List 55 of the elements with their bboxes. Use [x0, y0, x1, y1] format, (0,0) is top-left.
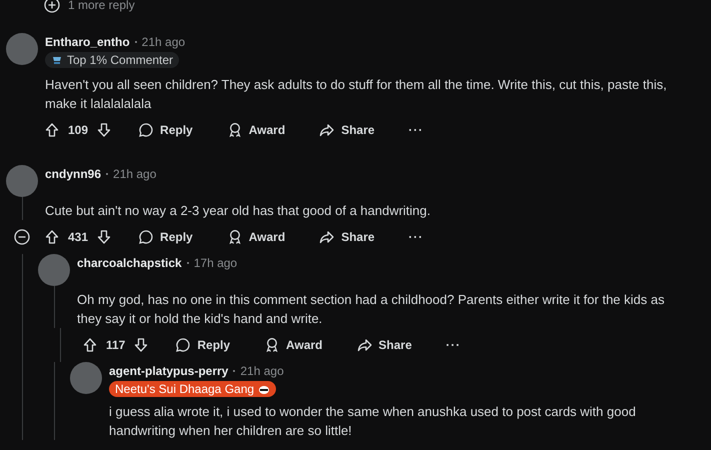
- timestamp: 21h ago: [113, 167, 156, 181]
- share-arrow-icon: [356, 337, 373, 353]
- avatar[interactable]: [70, 362, 102, 394]
- upvote-icon[interactable]: [44, 229, 60, 245]
- share-button[interactable]: Share: [348, 331, 420, 359]
- award-button[interactable]: Award: [218, 223, 294, 251]
- speech-bubble-icon: [138, 122, 154, 138]
- separator-dot: [106, 173, 108, 175]
- username[interactable]: cndynn96: [45, 167, 102, 181]
- ribbon-icon: [264, 337, 280, 353]
- more-button[interactable]: ···: [438, 332, 469, 358]
- timestamp: 21h ago: [142, 35, 186, 49]
- more-button[interactable]: ···: [400, 117, 432, 143]
- vote-count: 431: [68, 230, 88, 244]
- share-arrow-icon: [319, 122, 336, 138]
- ribbon-icon: [226, 122, 243, 138]
- reply-button[interactable]: Reply: [167, 331, 238, 359]
- user-flair: Neetu's Sui Dhaaga Gang: [109, 381, 276, 397]
- award-button[interactable]: Award: [218, 116, 294, 144]
- comment-text: Cute but ain't no way a 2-3 year old has that good of a handwriting.: [45, 202, 432, 220]
- collapse-icon[interactable]: [14, 229, 30, 245]
- username[interactable]: Entharo_entho: [45, 35, 130, 49]
- comment-text: Oh my god, has no one in this comment section had a childhood? Parents either write it for the kids as they say it or hold the kid's hand and write.: [77, 291, 666, 328]
- separator-dot: [134, 41, 137, 43]
- speech-bubble-icon: [175, 337, 192, 353]
- timestamp: 21h ago: [240, 364, 284, 378]
- share-button[interactable]: Share: [311, 116, 383, 144]
- comment-text: Haven't you all seen children? They ask adults to do stuff for them all the time. Write this, cut this, paste this, make it lalalalalala: [45, 76, 668, 113]
- timestamp: 17h ago: [194, 256, 238, 270]
- username[interactable]: charcoalchapstick: [77, 256, 182, 270]
- upvote-icon[interactable]: [44, 122, 60, 138]
- share-arrow-icon: [319, 229, 336, 245]
- reply-button[interactable]: Reply: [130, 223, 201, 251]
- more-button[interactable]: ···: [400, 224, 432, 250]
- share-button[interactable]: Share: [311, 223, 383, 251]
- avatar[interactable]: [6, 165, 38, 197]
- user-flair: Top 1% Commenter: [45, 52, 180, 68]
- downvote-icon[interactable]: [133, 337, 150, 353]
- comment-text: i guess alia wrote it, i used to wonder the same when anushka used to post cards with good handwriting when her children are so little!: [109, 403, 637, 440]
- separator-dot: [186, 262, 189, 264]
- more-replies-link[interactable]: 1 more reply: [68, 0, 135, 12]
- avatar[interactable]: [6, 33, 38, 65]
- award-button[interactable]: Award: [256, 331, 331, 359]
- downvote-icon[interactable]: [96, 229, 112, 245]
- downvote-icon[interactable]: [96, 122, 112, 138]
- separator-dot: [233, 370, 236, 372]
- avatar[interactable]: [38, 254, 70, 286]
- ribbon-icon: [226, 229, 243, 245]
- vote-count: 109: [68, 123, 88, 137]
- trophy-icon: [51, 54, 63, 66]
- username[interactable]: agent-platypus-perry: [109, 364, 228, 378]
- upvote-icon[interactable]: [82, 337, 98, 353]
- vote-count: 117: [106, 338, 126, 352]
- speech-bubble-icon: [138, 229, 154, 245]
- reply-button[interactable]: Reply: [130, 116, 201, 144]
